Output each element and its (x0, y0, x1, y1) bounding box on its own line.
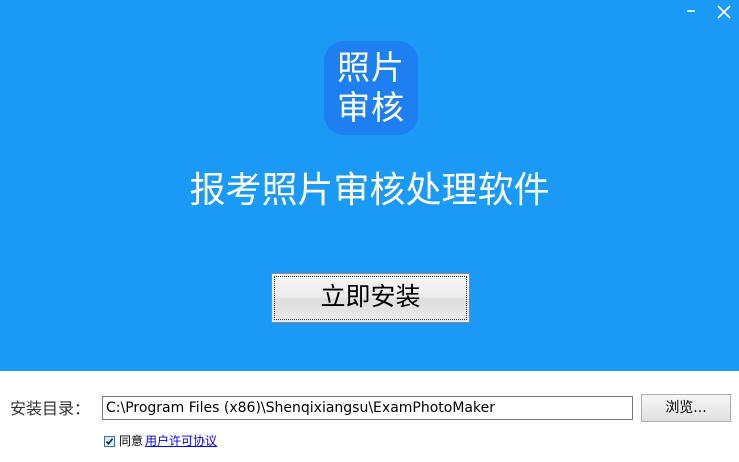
checkmark-icon (105, 437, 114, 445)
agree-text: 同意 (119, 434, 144, 448)
app-logo-line1: 照片 (337, 48, 405, 87)
app-logo-line2: 审核 (337, 88, 405, 127)
license-agreement-link[interactable]: 用户许可协议 (145, 433, 217, 449)
close-button[interactable] (714, 4, 734, 24)
close-icon (717, 5, 731, 19)
minimize-button[interactable] (681, 4, 701, 24)
minimize-icon (687, 10, 695, 12)
install-dir-label: 安装目录： (10, 399, 91, 418)
install-dir-input[interactable] (102, 396, 633, 420)
hero-banner: 照片 审核 报考照片审核处理软件 立即安装 (0, 0, 739, 371)
browse-button[interactable]: 浏览... (641, 394, 731, 422)
app-logo: 照片 审核 (324, 41, 418, 135)
install-now-button[interactable]: 立即安装 (271, 273, 470, 323)
agreement-row: 同意 用户许可协议 (104, 433, 217, 449)
agree-checkbox[interactable] (104, 435, 115, 447)
app-title: 报考照片审核处理软件 (189, 170, 550, 211)
